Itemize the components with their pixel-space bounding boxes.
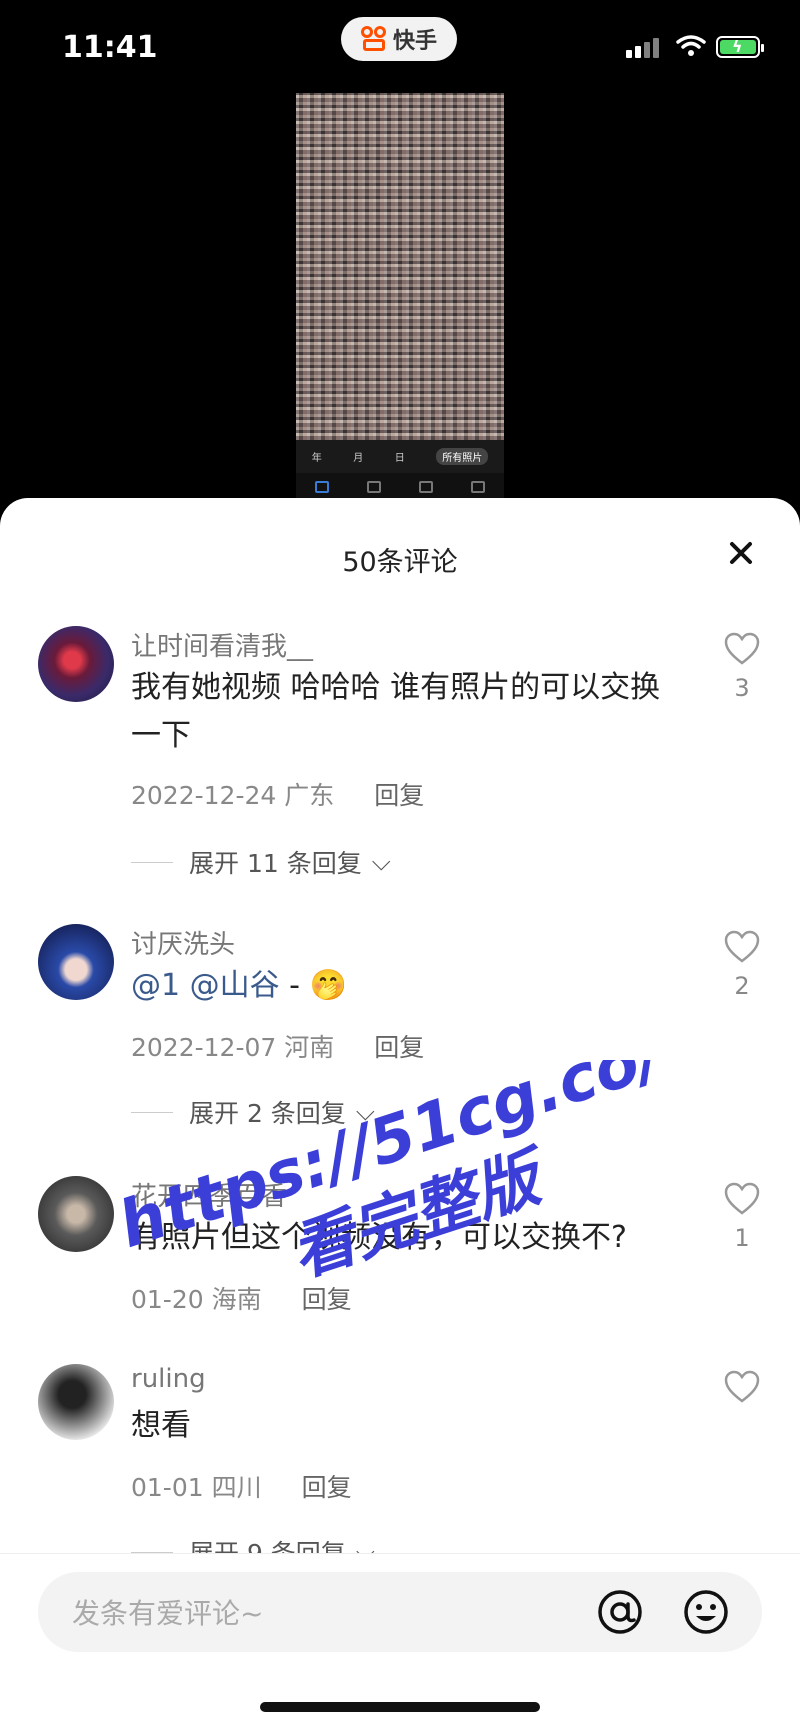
video-tab-all: 所有照片 <box>436 447 489 465</box>
heart-icon <box>724 1370 760 1403</box>
comment-input[interactable] <box>70 1572 594 1654</box>
comment-meta: 01-20 海南 回复 <box>131 1280 352 1316</box>
photo-grid-image <box>296 93 504 440</box>
video-tab-day: 日 <box>394 452 405 464</box>
wifi-icon <box>676 35 706 56</box>
comment-text: 想看 <box>131 1408 191 1443</box>
comment-date: 01-20 <box>131 1285 204 1314</box>
heart-icon <box>724 930 760 963</box>
emoji-icon[interactable] <box>682 1588 730 1636</box>
like-count: 3 <box>734 674 750 702</box>
video-nav <box>296 473 504 500</box>
reply-button[interactable]: 回复 <box>374 1033 424 1062</box>
search-icon <box>471 480 485 493</box>
app-name: 快手 <box>392 29 437 54</box>
comment-date: 2022-12-07 <box>131 1033 277 1062</box>
comment-meta: 01-01 四川 回复 <box>131 1468 352 1504</box>
comment-location: 河南 <box>284 1033 335 1062</box>
signal-icon <box>626 38 659 58</box>
app-pill[interactable]: 快手 <box>341 17 457 61</box>
video-tab-year: 年 <box>311 452 322 464</box>
like-button[interactable] <box>722 1370 762 1412</box>
chevron-down-icon: ⌵ <box>355 1097 375 1126</box>
video-tabs: 年 月 日 所有照片 <box>296 445 504 467</box>
avatar[interactable] <box>38 1176 114 1252</box>
comment-username[interactable]: 花开四季百香 <box>131 1176 287 1213</box>
like-button[interactable]: 1 <box>722 1182 762 1252</box>
mention-icon[interactable] <box>596 1588 644 1636</box>
foryou-icon <box>367 480 381 493</box>
like-button[interactable]: 3 <box>722 632 762 702</box>
comment-username[interactable]: ruling <box>131 1364 206 1394</box>
sheet-title: 50条评论 <box>342 547 458 578</box>
chevron-down-icon: ⌵ <box>371 847 391 876</box>
avatar[interactable] <box>38 626 114 702</box>
comment-date: 2022-12-24 <box>131 781 277 810</box>
kuaishou-logo-icon <box>360 26 387 52</box>
comment-text: 有照片但这个视频没有，可以交换不? <box>131 1220 627 1255</box>
comment-date: 01-01 <box>131 1473 204 1502</box>
avatar[interactable] <box>38 924 114 1000</box>
comment-input-container <box>38 1572 762 1654</box>
comment-location: 四川 <box>211 1473 262 1502</box>
comment-location: 海南 <box>211 1285 262 1314</box>
battery-icon: ϟ <box>716 36 764 58</box>
expand-replies-label: 展开 2 条回复 <box>189 1099 346 1128</box>
like-count: 2 <box>734 972 750 1000</box>
home-indicator <box>260 1702 540 1712</box>
heart-icon <box>724 1182 760 1215</box>
expand-replies-label: 展开 11 条回复 <box>189 849 362 878</box>
comment-mention[interactable]: @1 @山谷 <box>131 968 280 1003</box>
heart-icon <box>724 632 760 665</box>
photos-icon <box>315 480 329 493</box>
status-bar: 11:41 快手 ϟ <box>0 0 800 100</box>
albums-icon <box>419 480 433 493</box>
comment-meta: 2022-12-07 河南 回复 <box>131 1028 424 1064</box>
video-tab-month: 月 <box>353 452 364 464</box>
status-time: 11:41 <box>62 30 158 65</box>
reply-button[interactable]: 回复 <box>302 1285 352 1314</box>
reply-button[interactable]: 回复 <box>302 1473 352 1502</box>
comment-suffix: - 🤭 <box>279 968 347 1003</box>
close-icon[interactable] <box>724 536 758 570</box>
video-preview[interactable]: 年 月 日 所有照片 <box>296 93 504 500</box>
comment-username[interactable]: 讨厌洗头 <box>131 924 235 961</box>
comment-sheet: 50条评论 让时间看清我__ 我有她视频 哈哈哈 谁有照片的可以交换一下 202… <box>0 498 800 1733</box>
reply-button[interactable]: 回复 <box>374 781 424 810</box>
like-button[interactable]: 2 <box>722 930 762 1000</box>
comment-username[interactable]: 让时间看清我__ <box>131 626 313 663</box>
comment-location: 广东 <box>284 781 335 810</box>
comment-meta: 2022-12-24 广东 回复 <box>131 776 424 812</box>
comment-text: 我有她视频 哈哈哈 谁有照片的可以交换一下 <box>131 670 661 753</box>
like-count: 1 <box>734 1224 750 1252</box>
comment-input-bar <box>0 1553 800 1734</box>
comment-text: @1 @山谷 - 🤭 <box>131 962 671 1010</box>
expand-replies-button[interactable]: 展开 2 条回复 ⌵ <box>131 1094 375 1130</box>
expand-replies-button[interactable]: 展开 11 条回复 ⌵ <box>131 844 391 880</box>
avatar[interactable] <box>38 1364 114 1440</box>
